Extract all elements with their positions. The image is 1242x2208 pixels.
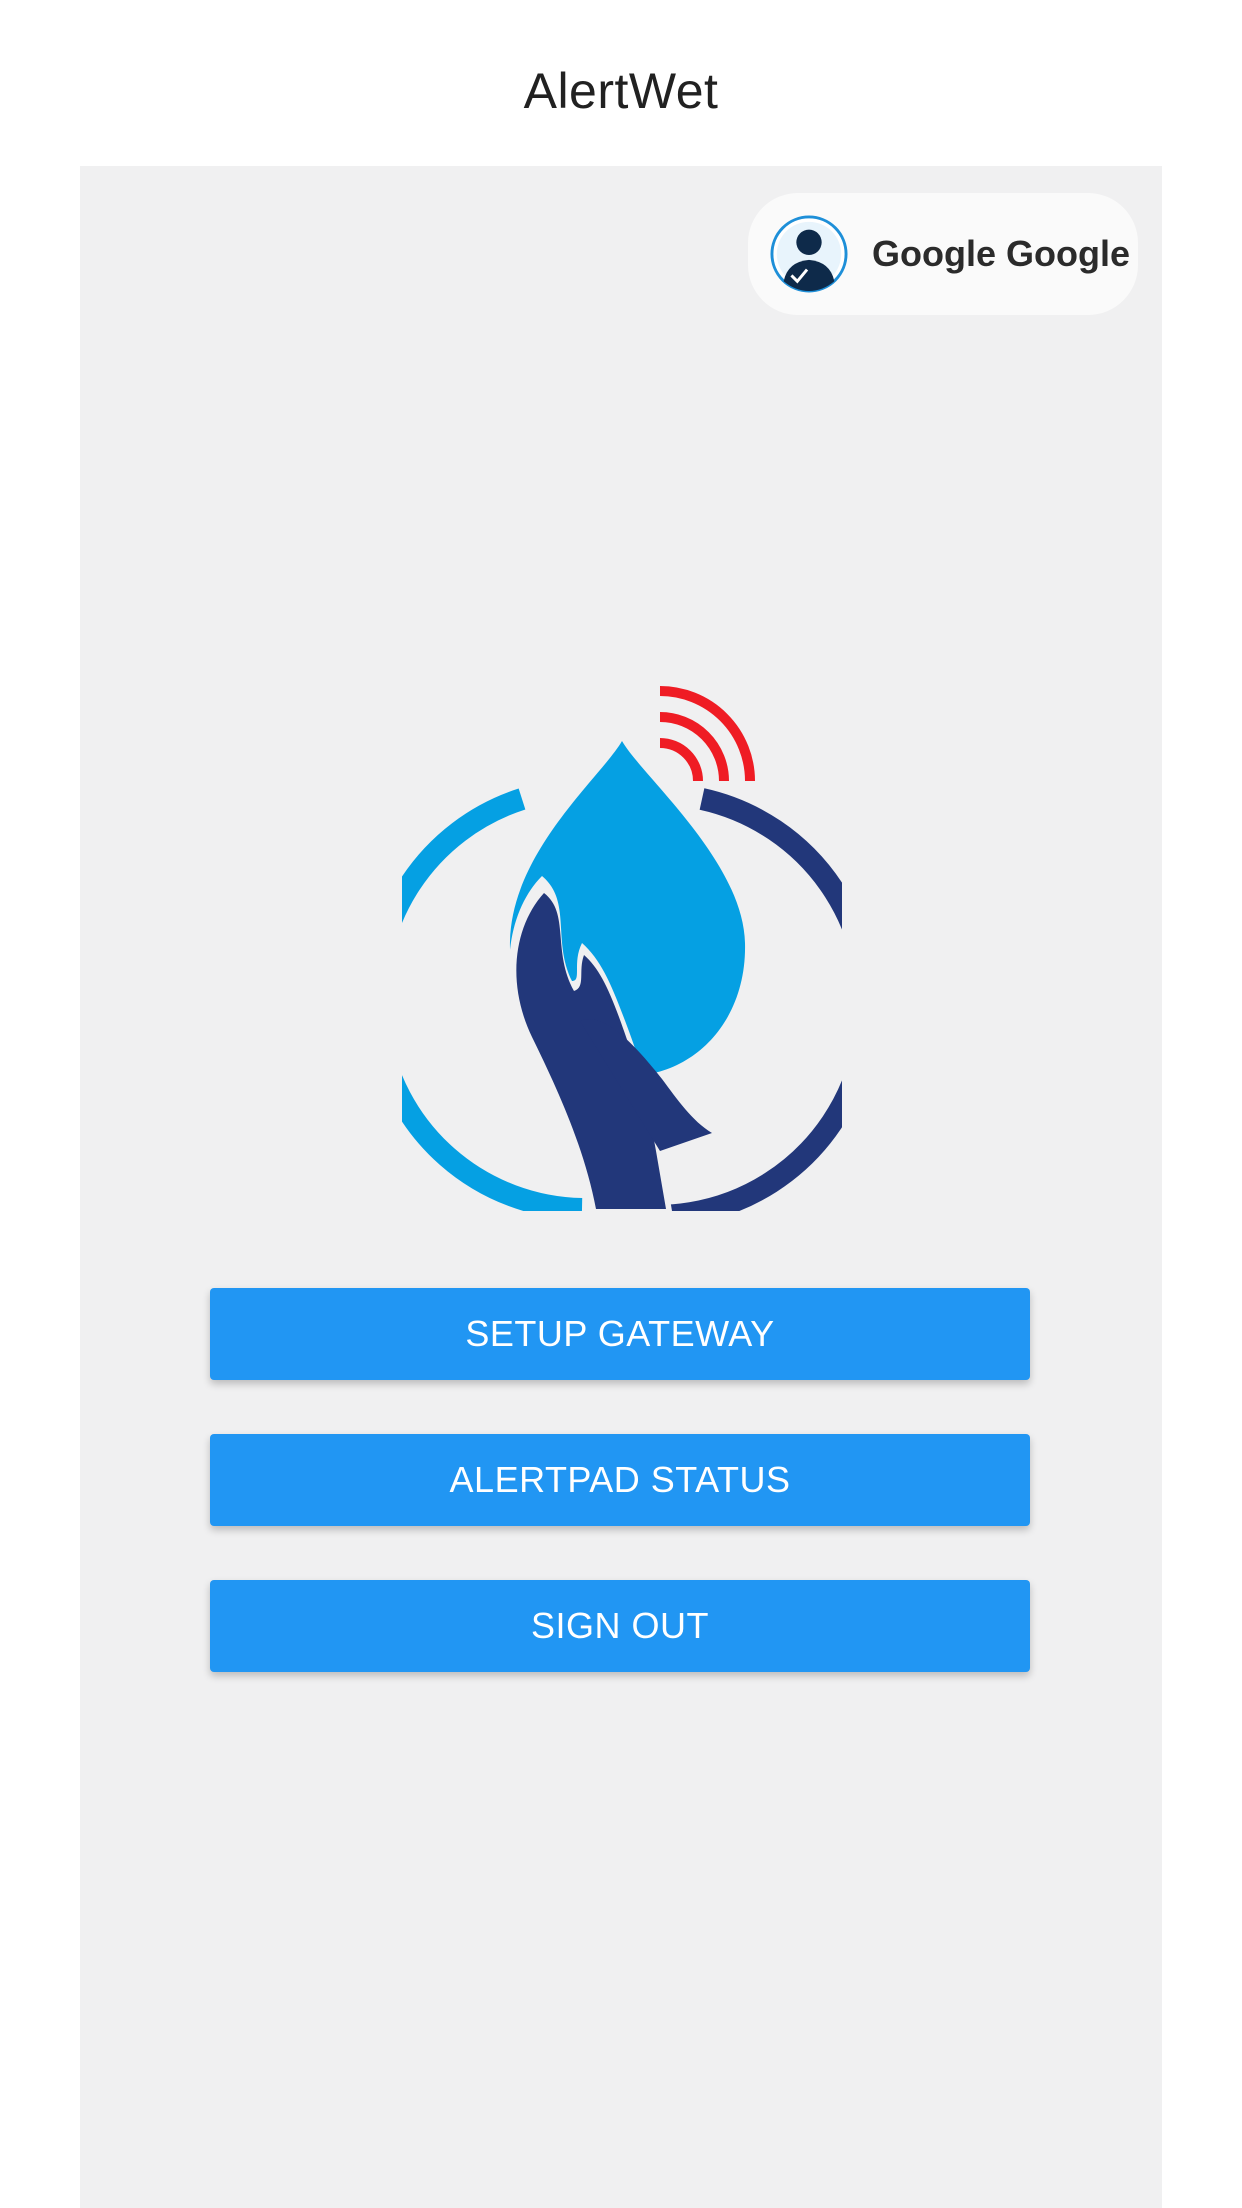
main-content: Google Google SETUP GATEWAY ALERTPAD STA…: [80, 166, 1162, 2208]
user-chip[interactable]: Google Google: [748, 193, 1138, 315]
alertpad-status-button[interactable]: ALERTPAD STATUS: [210, 1434, 1030, 1526]
user-avatar-icon: [770, 215, 848, 293]
app-title: AlertWet: [523, 63, 719, 119]
alertwet-logo: [402, 686, 842, 1211]
setup-gateway-button[interactable]: SETUP GATEWAY: [210, 1288, 1030, 1380]
user-name: Google Google: [872, 233, 1130, 274]
sign-out-button[interactable]: SIGN OUT: [210, 1580, 1030, 1672]
app-screen: AlertWet Google Google SETUP GATEWAY ALE…: [0, 0, 1242, 2208]
